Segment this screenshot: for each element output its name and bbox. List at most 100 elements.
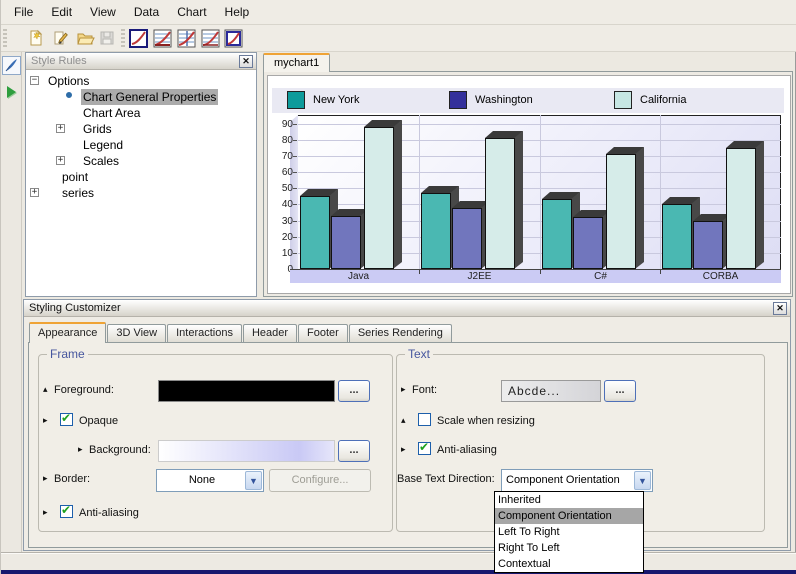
menu-edit[interactable]: Edit	[42, 2, 81, 22]
legend-swatch	[287, 91, 305, 109]
bar[interactable]	[726, 148, 756, 269]
edit-stylesheet-button[interactable]	[50, 27, 72, 49]
chart-type-4-button[interactable]	[199, 27, 221, 49]
chevron-down-icon[interactable]: ▼	[245, 471, 262, 490]
new-document-button[interactable]	[25, 27, 47, 49]
chart-type-1-button[interactable]	[127, 27, 149, 49]
opaque-row: ▸ Opaque	[39, 411, 392, 435]
tab-mychart1[interactable]: mychart1	[263, 53, 330, 72]
border-row: ▸ Border: None ▼ Configure...	[39, 469, 392, 493]
bar[interactable]	[421, 193, 451, 269]
expand-arrow-icon[interactable]: ▸	[43, 507, 48, 518]
tree-item[interactable]: Chart General Properties	[26, 89, 256, 105]
menu-view[interactable]: View	[81, 2, 125, 22]
expand-arrow-icon[interactable]: ▸	[401, 384, 406, 395]
bar[interactable]	[573, 217, 603, 269]
collapse-arrow-icon[interactable]: ▴	[43, 384, 48, 395]
dropdown-option-component-orientation[interactable]: Component Orientation	[495, 508, 643, 524]
tab-footer[interactable]: Footer	[298, 324, 348, 342]
legend-swatch	[449, 91, 467, 109]
menu-help[interactable]: Help	[216, 2, 259, 22]
menu-data[interactable]: Data	[125, 2, 168, 22]
style-rules-titlebar[interactable]: Style Rules ✕	[26, 53, 256, 70]
tree-item[interactable]: +Scales	[26, 153, 256, 169]
base-text-direction-dropdown: InheritedComponent OrientationLeft To Ri…	[494, 491, 644, 573]
tree-minus-handle[interactable]: −	[30, 76, 39, 85]
tree-item[interactable]: point	[26, 169, 256, 185]
chart-type-2-button[interactable]	[151, 27, 173, 49]
tab-header[interactable]: Header	[243, 324, 297, 342]
x-axis-tick	[660, 270, 661, 274]
menu-file[interactable]: File	[5, 2, 42, 22]
tab-interactions[interactable]: Interactions	[167, 324, 242, 342]
toolbar-grip[interactable]	[121, 29, 125, 48]
menu-chart[interactable]: Chart	[168, 2, 215, 22]
gridline	[660, 115, 661, 269]
background-label: Background:	[89, 444, 151, 456]
style-rules-panel: Style Rules ✕ −OptionsChart General Prop…	[25, 52, 257, 297]
expand-arrow-icon[interactable]: ▸	[43, 415, 48, 426]
scale-when-resizing-checkbox[interactable]	[418, 413, 431, 426]
tab-series-rendering[interactable]: Series Rendering	[349, 324, 452, 342]
foreground-picker-button[interactable]: ...	[338, 380, 370, 402]
frame-group-title: Frame	[47, 347, 88, 361]
configure-button[interactable]: Configure...	[269, 469, 371, 492]
frame-antialiasing-checkbox[interactable]	[60, 505, 73, 518]
border-combobox[interactable]: None ▼	[156, 469, 264, 492]
y-axis-label: 90	[269, 119, 293, 130]
tree-item[interactable]: −Options	[26, 73, 256, 89]
tree-plus-handle[interactable]: +	[30, 188, 39, 197]
open-folder-icon	[76, 29, 95, 47]
y-axis-label: 40	[269, 199, 293, 210]
background-picker-button[interactable]: ...	[338, 440, 370, 462]
expand-arrow-icon[interactable]: ▸	[78, 444, 83, 455]
expand-arrow-icon[interactable]: ▸	[43, 473, 48, 484]
tree-plus-handle[interactable]: +	[56, 156, 65, 165]
bar[interactable]	[300, 196, 330, 269]
text-antialiasing-checkbox[interactable]	[418, 442, 431, 455]
expand-arrow-icon[interactable]: ▸	[401, 444, 406, 455]
base-text-direction-value: Component Orientation	[506, 474, 632, 486]
tree-item[interactable]: Chart Area	[26, 105, 256, 121]
bar[interactable]	[606, 154, 636, 269]
font-picker-button[interactable]: ...	[604, 380, 636, 402]
dropdown-option-contextual[interactable]: Contextual	[495, 556, 643, 572]
legend-label: Washington	[475, 94, 533, 106]
tree-item[interactable]: Legend	[26, 137, 256, 153]
chart-type-5-button[interactable]	[222, 27, 244, 49]
dropdown-option-right-to-left[interactable]: Right To Left	[495, 540, 643, 556]
bar[interactable]	[364, 127, 394, 269]
customizer-titlebar[interactable]: Styling Customizer ✕	[24, 300, 790, 317]
bar[interactable]	[542, 199, 572, 269]
tab-3d-view[interactable]: 3D View	[107, 324, 166, 342]
base-text-direction-combobox[interactable]: Component Orientation ▼	[501, 469, 653, 492]
bar[interactable]	[662, 204, 692, 269]
bar[interactable]	[452, 208, 482, 269]
tree-plus-handle[interactable]: +	[56, 124, 65, 133]
open-button[interactable]	[74, 27, 96, 49]
tree-item[interactable]: +series	[26, 185, 256, 201]
legend-label: California	[640, 94, 686, 106]
toolbar-grip[interactable]	[3, 29, 7, 48]
tree-item[interactable]: +Grids	[26, 121, 256, 137]
close-icon[interactable]: ✕	[773, 302, 787, 315]
collapse-arrow-icon[interactable]: ▴	[401, 415, 406, 426]
bar[interactable]	[693, 221, 723, 269]
close-icon[interactable]: ✕	[239, 55, 253, 68]
chevron-down-icon[interactable]: ▼	[634, 471, 651, 490]
stylesheet-pen-button[interactable]	[2, 56, 21, 75]
bar[interactable]	[331, 216, 361, 269]
bar[interactable]	[485, 138, 515, 269]
run-button[interactable]	[2, 82, 21, 101]
x-axis-label: J2EE	[419, 271, 540, 282]
dropdown-option-left-to-right[interactable]: Left To Right	[495, 524, 643, 540]
tab-appearance[interactable]: Appearance	[29, 322, 106, 343]
save-button[interactable]	[96, 27, 118, 49]
opaque-checkbox[interactable]	[60, 413, 73, 426]
chart-type-3-button[interactable]	[175, 27, 197, 49]
chart-component[interactable]: New YorkWashingtonCalifornia010203040506…	[267, 75, 791, 294]
bar-side-face	[393, 120, 402, 269]
dropdown-option-inherited[interactable]: Inherited	[495, 492, 643, 508]
background-row: ▸ Background: ...	[39, 440, 392, 464]
y-axis-tick	[293, 156, 297, 157]
